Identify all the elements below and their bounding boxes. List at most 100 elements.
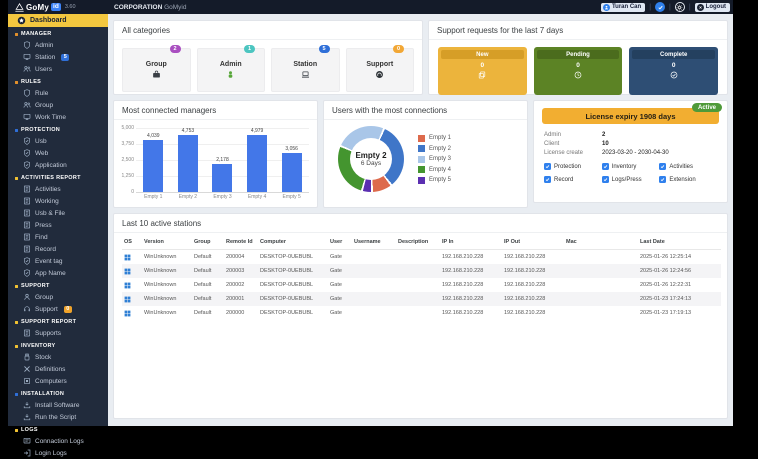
sidebar-item-station[interactable]: Station5 xyxy=(8,51,108,63)
logs-icon xyxy=(23,437,31,445)
sidebar-item-install-software[interactable]: Install Software xyxy=(8,399,108,411)
sidebar-item-web[interactable]: Web xyxy=(8,147,108,159)
report-icon xyxy=(23,221,31,229)
table-row[interactable]: WinUnknownDefault200001DESKTOP-0UEBUBLGa… xyxy=(122,292,721,306)
sidebar-item-supports[interactable]: Supports xyxy=(8,327,108,339)
sidebar-item-connaction-logs[interactable]: Connaction Logs xyxy=(8,435,108,447)
license-fields: Admin2Client10License create2023-03-20 -… xyxy=(534,129,727,158)
license-feature-logs-press: Logs/Press xyxy=(602,176,660,183)
sidebar-item-stock[interactable]: Stock xyxy=(8,351,108,363)
support-tile-new[interactable]: New0 xyxy=(438,47,527,95)
sidebar-item-run-the-script[interactable]: Run the Script xyxy=(8,411,108,423)
sidebar-item-activities[interactable]: Activities xyxy=(8,183,108,195)
sidebar-item-find[interactable]: Find xyxy=(8,231,108,243)
app-logo[interactable]: GoMy id 3.60 xyxy=(8,3,108,12)
column-header-mac[interactable]: Mac xyxy=(564,235,638,250)
sidebar-item-login-logs[interactable]: Login Logs xyxy=(8,447,108,459)
legend-item-empty-3: Empty 3 xyxy=(418,156,451,163)
sidebar-item-group[interactable]: Group xyxy=(8,99,108,111)
cell-ip-out: 192.168.210.228 xyxy=(502,250,564,265)
column-header-os[interactable]: OS xyxy=(122,235,142,250)
license-feature-inventory: Inventory xyxy=(602,163,660,170)
column-header-ip-out[interactable]: IP Out xyxy=(502,235,564,250)
table-row[interactable]: WinUnknownDefault200003DESKTOP-0UEBUBLGa… xyxy=(122,264,721,278)
headset-icon xyxy=(23,305,31,313)
checkbox-checked-icon[interactable] xyxy=(659,176,666,183)
checkbox-checked-icon[interactable] xyxy=(544,176,551,183)
sidebar-item-dashboard[interactable]: Dashboard xyxy=(8,14,108,27)
sidebar-item-rule[interactable]: Rule xyxy=(8,87,108,99)
category-tile-group[interactable]: 2Group xyxy=(122,48,191,92)
legend-label: Empty 5 xyxy=(429,177,451,183)
table-row[interactable]: WinUnknownDefault200000DESKTOP-0UEBUBLGa… xyxy=(122,306,721,320)
sidebar-item-working[interactable]: Working xyxy=(8,195,108,207)
category-tile-admin[interactable]: 1Admin xyxy=(197,48,266,92)
support-requests-title: Support requests for the last 7 days xyxy=(429,21,727,40)
support-request-tiles: New0Pending0Complete0 xyxy=(429,40,727,102)
checkbox-checked-icon[interactable] xyxy=(544,163,551,170)
settings-gear-icon[interactable] xyxy=(675,2,685,12)
sidebar-item-press[interactable]: Press xyxy=(8,219,108,231)
cell-last-date: 2025-01-23 17:19:13 xyxy=(638,306,721,320)
user-button[interactable]: Turan Can xyxy=(601,3,645,12)
checkbox-checked-icon[interactable] xyxy=(602,176,609,183)
cell-ip-in: 192.168.210.228 xyxy=(440,264,502,278)
x-tick-label: Empty 4 xyxy=(240,194,275,200)
table-row[interactable]: WinUnknownDefault200002DESKTOP-0UEBUBLGa… xyxy=(122,278,721,292)
sidebar-item-usb-file[interactable]: Usb & File xyxy=(8,207,108,219)
column-header-description[interactable]: Description xyxy=(396,235,440,250)
sidebar-item-admin[interactable]: Admin xyxy=(8,39,108,51)
sidebar-item-event-tag[interactable]: Event tag xyxy=(8,255,108,267)
verified-check-icon[interactable] xyxy=(655,2,665,12)
license-field-license-create: License create2023-03-20 - 2030-04-30 xyxy=(544,148,717,157)
os-windows-icon xyxy=(122,278,142,292)
support-tile-complete[interactable]: Complete0 xyxy=(629,47,718,95)
sidebar-item-record[interactable]: Record xyxy=(8,243,108,255)
category-tile-station[interactable]: 5Station xyxy=(271,48,340,92)
sidebar-item-work-time[interactable]: Work Time xyxy=(8,111,108,123)
cell-last-date: 2025-01-26 12:24:56 xyxy=(638,264,721,278)
column-header-ip-in[interactable]: IP In xyxy=(440,235,502,250)
column-header-computer[interactable]: Computer xyxy=(258,235,328,250)
cell-version: WinUnknown xyxy=(142,306,192,320)
column-header-last-date[interactable]: Last Date xyxy=(638,235,721,250)
column-header-group[interactable]: Group xyxy=(192,235,224,250)
company-suffix: GoMyid xyxy=(164,4,186,11)
cell-user: Gate xyxy=(328,278,352,292)
headset-person-icon xyxy=(375,70,384,79)
sidebar-item-app-name[interactable]: App Name xyxy=(8,267,108,279)
bar-rect[interactable] xyxy=(143,140,163,192)
bar-rect[interactable] xyxy=(247,135,267,192)
separator: | xyxy=(689,4,691,11)
y-tick-label: 1,250 xyxy=(121,173,134,179)
column-header-version[interactable]: Version xyxy=(142,235,192,250)
category-tile-support[interactable]: 0Support xyxy=(346,48,415,92)
separator: | xyxy=(649,4,651,11)
donut-ring: Empty 2 6 Days xyxy=(338,126,404,192)
tools-icon xyxy=(23,365,31,373)
sidebar-item-computers[interactable]: Computers xyxy=(8,375,108,387)
license-feature-record: Record xyxy=(544,176,602,183)
bar-rect[interactable] xyxy=(282,153,302,192)
sidebar-item-application[interactable]: Application xyxy=(8,159,108,171)
bar-rect[interactable] xyxy=(212,164,232,192)
connections-chart-title: Users with the most connections xyxy=(324,101,527,120)
logout-button[interactable]: Logout xyxy=(695,3,730,12)
monitor-icon xyxy=(23,113,31,121)
support-tile-pending[interactable]: Pending0 xyxy=(534,47,623,95)
column-header-username[interactable]: Username xyxy=(352,235,396,250)
bar-rect[interactable] xyxy=(178,135,198,192)
sidebar-item-users[interactable]: Users xyxy=(8,63,108,75)
sidebar-item-definitions[interactable]: Definitions xyxy=(8,363,108,375)
column-header-remote-id[interactable]: Remote Id xyxy=(224,235,258,250)
monitor-icon xyxy=(23,53,31,61)
sidebar-item-group[interactable]: Group xyxy=(8,291,108,303)
column-header-user[interactable]: User xyxy=(328,235,352,250)
checkbox-checked-icon[interactable] xyxy=(659,163,666,170)
login-icon xyxy=(23,449,31,457)
sidebar-item-support[interactable]: Support0 xyxy=(8,303,108,315)
table-row[interactable]: WinUnknownDefault200004DESKTOP-0UEBUBLGa… xyxy=(122,250,721,265)
checkbox-checked-icon[interactable] xyxy=(602,163,609,170)
sidebar-item-usb[interactable]: Usb xyxy=(8,135,108,147)
company-name: CORPORATION xyxy=(114,4,162,11)
